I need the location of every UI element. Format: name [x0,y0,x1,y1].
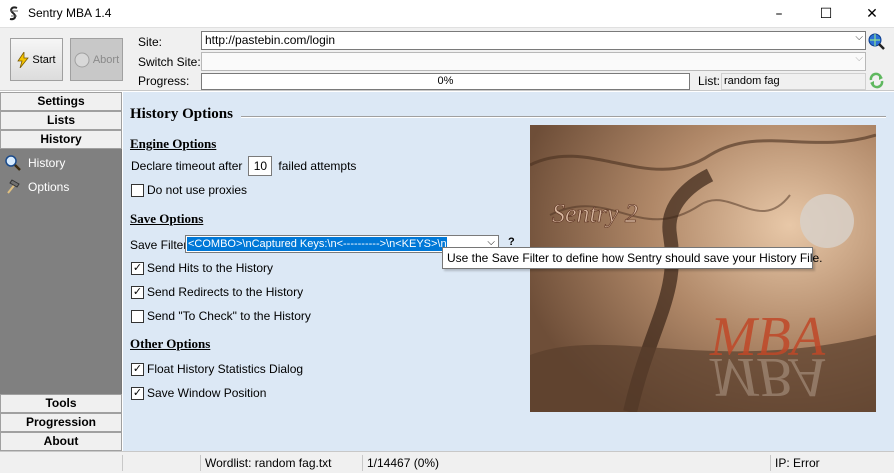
abort-label: Abort [92,53,120,66]
status-wordlist: Wordlist: random fag.txt [200,455,362,471]
list-label: List: [698,74,721,88]
send-hits-row: ✓ Send Hits to the History [131,261,273,275]
sidebar: Settings Lists History History Options T… [0,92,122,451]
timeout-row: Declare timeout after 10 failed attempts [131,156,356,176]
chevron-down-icon[interactable]: ⌵ [855,32,863,43]
title-divider [241,116,886,118]
float-stats-label: Float History Statistics Dialog [147,362,304,376]
save-filter-value: <COMBO>\nCaptured Keys:\n<---------->\n<… [187,237,447,251]
site-value: http://pastebin.com/login [205,33,336,47]
sidebar-item-tools[interactable]: Tools [0,394,122,413]
timeout-suffix: failed attempts [278,159,357,173]
send-redirects-row: ✓ Send Redirects to the History [131,285,303,299]
abort-button[interactable]: Abort [70,38,123,81]
title-bar: Sentry MBA 1.4 – ☐ ✕ [0,0,894,28]
send-redirects-checkbox[interactable]: ✓ [131,285,144,299]
progress-bar: 0% [201,73,690,90]
save-filter-tooltip: Use the Save Filter to define how Sentry… [442,247,823,269]
page-title: History Options [130,106,233,122]
art-text-sentry: Sentry 2 [552,199,638,228]
progress-text: 0% [437,75,454,87]
sidebar-subitem-options[interactable]: Options [4,178,69,196]
send-tocheck-label: Send "To Check" to the History [147,309,311,323]
status-bar: Wordlist: random fag.txt 1/14467 (0%) IP… [0,451,894,473]
progress-label: Progress: [138,74,190,88]
timeout-prefix: Declare timeout after [131,159,243,173]
site-label: Site: [138,35,163,49]
timeout-input[interactable]: 10 [248,156,273,176]
list-value: random fag [724,75,780,87]
minimize-button[interactable]: – [756,0,802,28]
float-stats-checkbox[interactable]: ✓ [131,362,144,376]
magnifier-icon [5,155,21,171]
other-options-heading: Other Options [130,336,211,351]
site-combobox[interactable]: http://pastebin.com/login ⌵ [201,31,866,50]
refresh-icon[interactable] [868,72,885,89]
status-ip: IP: Error [770,455,894,471]
status-count: 1/14467 (0%) [362,455,474,471]
no-proxies-label: Do not use proxies [147,183,248,197]
sidebar-subitem-history-label: History [28,156,66,170]
sidebar-item-progression[interactable]: Progression [0,413,122,432]
send-hits-label: Send Hits to the History [147,261,274,275]
no-proxies-checkbox[interactable] [131,183,144,197]
sidebar-item-about[interactable]: About [0,432,122,451]
send-hits-checkbox[interactable]: ✓ [131,261,144,275]
switch-site-label: Switch Site: [138,55,201,69]
start-label: Start [32,53,56,66]
sidebar-subitem-options-label: Options [28,180,70,194]
send-tocheck-checkbox[interactable] [131,309,144,323]
no-proxies-row: Do not use proxies [131,183,247,197]
list-field: random fag [721,73,866,90]
sidebar-item-settings[interactable]: Settings [0,92,122,111]
sidebar-subitem-history[interactable]: History [4,154,65,172]
lightning-icon [17,51,30,68]
save-pos-checkbox[interactable]: ✓ [131,386,144,400]
close-button[interactable]: ✕ [849,0,894,28]
switch-site-combobox[interactable]: ⌵ [201,52,866,71]
search-globe-icon[interactable] [868,33,885,50]
chevron-down-icon[interactable]: ⌵ [855,53,863,64]
sidebar-item-lists[interactable]: Lists [0,111,122,130]
float-stats-row: ✓ Float History Statistics Dialog [131,362,303,376]
window-title: Sentry MBA 1.4 [28,6,112,20]
engine-options-heading: Engine Options [130,136,217,151]
send-redirects-label: Send Redirects to the History [147,285,304,299]
art-text-mba-reflection: MBA [709,346,826,408]
maximize-button[interactable]: ☐ [803,0,849,28]
status-segment-empty [122,455,200,471]
sidebar-item-history[interactable]: History [0,130,122,149]
app-logo-icon [9,6,18,21]
history-options-panel: History Options Engine Options Declare t… [123,92,894,451]
send-tocheck-row: Send "To Check" to the History [131,309,311,323]
save-filter-label: Save Filter: [130,238,191,252]
save-pos-row: ✓ Save Window Position [131,386,266,400]
hammer-icon [7,179,20,194]
save-pos-label: Save Window Position [147,386,267,400]
save-options-heading: Save Options [130,211,204,226]
stop-icon [74,52,90,67]
start-button[interactable]: Start [10,38,63,81]
